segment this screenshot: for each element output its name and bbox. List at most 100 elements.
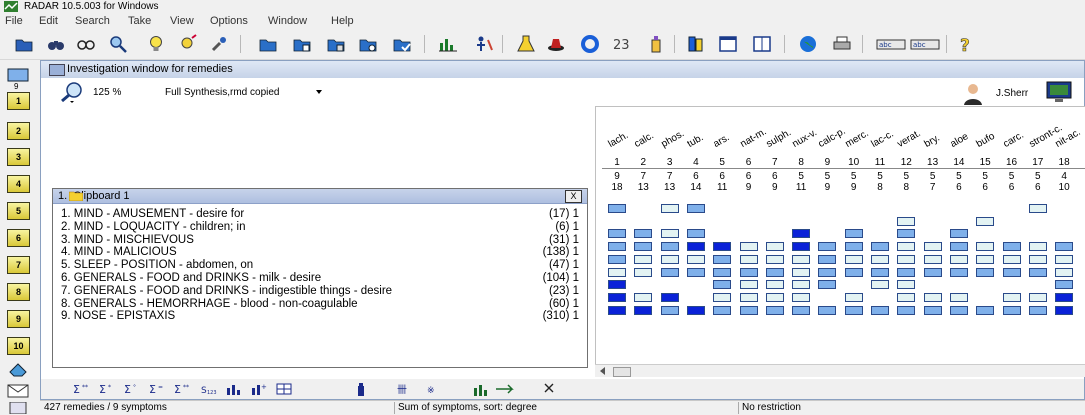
kingdoms-icon[interactable]: ※ (427, 382, 443, 396)
grid-cell[interactable] (923, 292, 942, 302)
grid-cell[interactable] (844, 254, 863, 264)
sum-intensity-icon[interactable]: Σ * (99, 383, 121, 395)
grid-cell[interactable] (739, 267, 758, 277)
zoom-magnifier-icon[interactable] (59, 81, 85, 103)
close-button[interactable]: X (565, 190, 582, 203)
clipboard-button-7[interactable]: 7 (7, 256, 30, 274)
rubric-row[interactable]: 4. MIND - MALICIOUS (61, 246, 177, 259)
grid-cell[interactable] (686, 242, 705, 252)
grid-cell[interactable] (1028, 254, 1047, 264)
person-tree-icon[interactable] (474, 34, 494, 54)
grid-cell[interactable] (923, 267, 942, 277)
grid-cell[interactable] (818, 305, 837, 315)
rubric-row[interactable]: 2. MIND - LOQUACITY - children; in (61, 221, 245, 234)
horizontal-scrollbar[interactable] (595, 364, 1085, 377)
grid-cell[interactable] (1002, 292, 1021, 302)
remedy-abbreviation[interactable]: aloe (948, 131, 970, 150)
grid-cell[interactable] (634, 267, 653, 277)
grid-cell[interactable] (1028, 267, 1047, 277)
table-icon[interactable] (276, 383, 292, 395)
remedy-abbreviation[interactable]: phos. (659, 128, 686, 150)
folder-2-icon[interactable] (292, 34, 312, 54)
grid-cell[interactable] (1055, 267, 1074, 277)
grid-cell[interactable] (818, 267, 837, 277)
grid-cell[interactable] (608, 280, 626, 290)
grid-cell[interactable] (976, 216, 995, 226)
remedy-abbreviation[interactable]: calc. (633, 130, 656, 150)
strategy-icon[interactable]: S 123 (201, 383, 221, 395)
grid-cell[interactable] (897, 280, 916, 290)
clipboard-button-10[interactable]: 10 (7, 337, 30, 355)
chart-plus-icon[interactable]: + (251, 383, 267, 395)
keyboard-1-icon[interactable]: abc (876, 34, 906, 54)
remedy-abbreviation[interactable]: calc-p. (817, 126, 848, 150)
remedy-abbreviation[interactable]: carc. (1001, 130, 1025, 150)
grid-cell[interactable] (1055, 254, 1074, 264)
number-23-icon[interactable]: 23 (612, 34, 632, 54)
remedy-abbreviation[interactable]: nux-v. (791, 127, 819, 150)
grid-cell[interactable] (1055, 305, 1074, 315)
grid-cell[interactable] (1055, 292, 1074, 302)
books-icon[interactable] (686, 34, 706, 54)
clipboard-button-6[interactable]: 6 (7, 229, 30, 247)
grid-cell[interactable] (871, 242, 889, 252)
menu-window[interactable]: Window (268, 15, 307, 27)
remedy-abbreviation[interactable]: merc. (843, 128, 870, 150)
grid-cell[interactable] (660, 204, 679, 213)
glasses-icon[interactable] (76, 34, 96, 54)
grid-cell[interactable] (713, 254, 732, 264)
grid-cell[interactable] (686, 204, 705, 213)
menu-take[interactable]: Take (128, 15, 151, 27)
grid-cell[interactable] (686, 254, 705, 264)
sum-degree-icon[interactable]: Σ = (149, 383, 171, 395)
grid-cell[interactable] (608, 305, 626, 315)
printer-icon[interactable] (832, 34, 852, 54)
grid-cell[interactable] (713, 242, 732, 252)
grid-cell[interactable] (713, 267, 732, 277)
grid-cell[interactable] (739, 242, 758, 252)
menu-options[interactable]: Options (210, 15, 248, 27)
grid-cell[interactable] (844, 292, 863, 302)
grid-cell[interactable] (949, 254, 968, 264)
grid-cell[interactable] (713, 305, 732, 315)
grid-cell[interactable] (818, 242, 837, 252)
envelope-icon[interactable] (7, 384, 29, 398)
remedy-abbreviation[interactable]: bufo (975, 131, 997, 150)
grid-cell[interactable] (739, 280, 758, 290)
grid-cell[interactable] (1002, 242, 1021, 252)
grid-cell[interactable] (1055, 280, 1074, 290)
grid-cell[interactable] (897, 292, 916, 302)
grid-cell[interactable] (923, 254, 942, 264)
calculator-icon[interactable] (7, 402, 29, 414)
grid-cell[interactable] (608, 254, 626, 264)
bottle-icon[interactable] (355, 382, 367, 396)
grid-cell[interactable] (818, 280, 837, 290)
menu-edit[interactable]: Edit (39, 15, 58, 27)
chart-icon[interactable] (226, 383, 242, 395)
help-icon[interactable]: ? (956, 34, 976, 54)
tools-icon[interactable] (210, 34, 230, 54)
grid-cell[interactable] (844, 242, 863, 252)
grid-cell[interactable] (897, 305, 916, 315)
grid-cell[interactable] (844, 305, 863, 315)
grid-cell[interactable] (976, 305, 995, 315)
clipboard-button-2[interactable]: 2 (7, 122, 30, 140)
user-avatar-icon[interactable] (961, 81, 985, 105)
grid-cell[interactable] (634, 254, 653, 264)
repertory-select[interactable]: Full Synthesis,rmd copied (165, 87, 280, 98)
binoculars-icon[interactable] (46, 34, 66, 54)
folder-1-icon[interactable] (258, 34, 278, 54)
grid-cell[interactable] (792, 305, 811, 315)
grid-cell[interactable] (739, 292, 758, 302)
grid-cell[interactable] (976, 254, 995, 264)
grid-cell[interactable] (608, 267, 626, 277)
grid-cell[interactable] (818, 254, 837, 264)
hat-icon[interactable] (546, 34, 566, 54)
grid-cell[interactable] (634, 229, 653, 239)
grid-cell[interactable] (608, 229, 626, 239)
bar-chart-icon[interactable] (438, 34, 458, 54)
window-list-icon[interactable] (718, 34, 738, 54)
lightbulb-icon[interactable] (146, 34, 166, 54)
grid-cell[interactable] (608, 292, 626, 302)
grid-cell[interactable] (1028, 292, 1047, 302)
